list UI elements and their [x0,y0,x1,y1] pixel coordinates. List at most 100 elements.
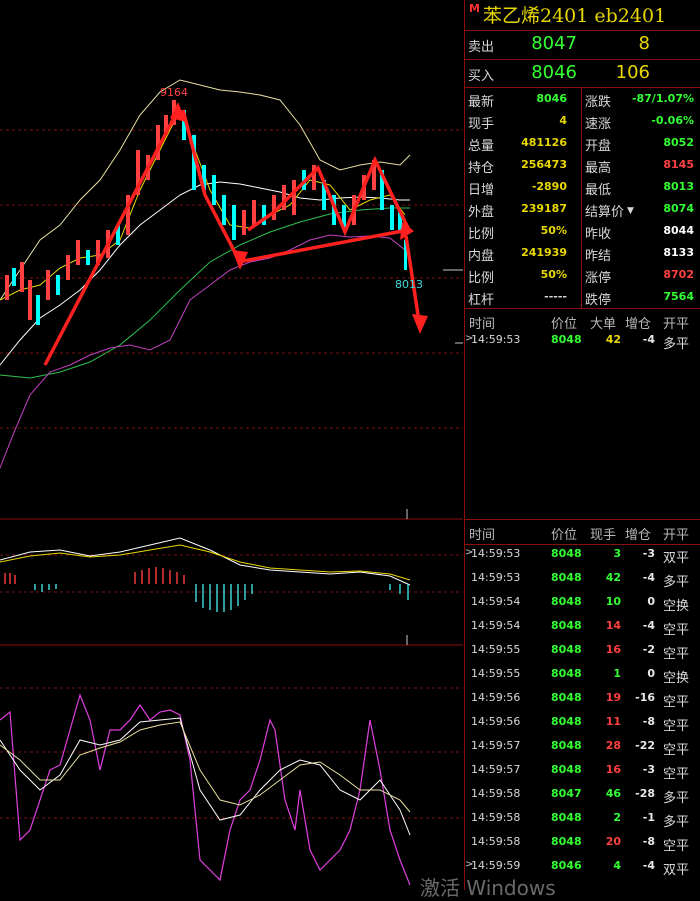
stat-left-0: 最新 8046 [465,88,583,110]
kdj-j-line [0,693,411,886]
stat-left-4: 日增 -2890 [465,176,583,198]
stat-label: 外盘 [468,205,495,220]
middle-band-line [0,181,410,366]
cell-price: 8048 [551,763,582,776]
stat-value: 8013 [663,180,694,193]
bid-row[interactable]: 买入 8046 106 [465,59,700,88]
cell-time: 14:59:58 [471,835,521,848]
stat-value: ----- [544,290,567,303]
cell-chg: -4 [642,619,655,632]
stat-left-2: 总量 481126 [465,132,583,154]
stat-left-8: 比例 50% [465,264,583,286]
cell-time: 14:59:58 [471,811,521,824]
cell-chg: -8 [642,715,655,728]
cell-chg: -22 [635,739,655,752]
market-mark: M [469,2,480,15]
cell-price: 8048 [551,835,582,848]
cell-price: 8048 [551,595,582,608]
cell-chg: 0 [647,667,655,680]
ask-volume: 8 [638,33,650,54]
stat-label: 最低 [585,183,612,198]
kdj-k-line [0,717,411,836]
stat-value: 8046 [536,92,567,105]
cell-nat: 多平 [663,337,690,352]
cell-time: 14:59:55 [471,643,521,656]
tick-row[interactable]: >14:59:53 8048 3 -3 双平 [465,542,700,566]
stat-right-8: 涨停 8702 [582,264,700,286]
kline-chart-svg[interactable]: 9164 8013 [0,0,463,890]
stat-value: 8702 [663,268,694,281]
cell-time: 14:59:58 [471,787,521,800]
settlement-dropdown-icon[interactable]: ▼ [627,206,634,216]
cell-vol: 42 [605,571,621,584]
tick-row[interactable]: 14:59:55 8048 1 0 空换 [465,662,700,686]
cell-nat: 空平 [663,647,690,662]
ask-row[interactable]: 卖出 8047 8 [465,30,700,59]
stat-value: 241939 [521,246,567,259]
contract-header: M 苯乙烯2401 eb2401 [465,0,700,30]
cell-time: 14:59:56 [471,715,521,728]
cell-vol: 28 [605,739,621,752]
ask-price: 8047 [531,33,577,54]
tick-row[interactable]: 14:59:57 8048 28 -22 空平 [465,734,700,758]
cell-time: 14:59:53 [471,571,521,584]
tick-header: 时间 价位 现手 增仓 开平 [469,528,690,543]
stat-right-6: 昨收 8044 [582,220,700,242]
cell-vol: 10 [605,595,621,608]
cell-nat: 双平 [663,551,690,566]
stat-label: 昨收 [585,227,612,242]
stat-value: 8074 [663,202,694,215]
cell-time: 14:59:53 [471,547,521,560]
cell-time: 14:59:57 [471,763,521,776]
stat-value: -87/1.07% [631,92,694,105]
tick-row[interactable]: 14:59:57 8048 16 -3 空平 [465,758,700,782]
stat-left-9: 杠杆 ----- [465,286,583,308]
cell-nat: 空换 [663,599,690,614]
cell-nat: 空平 [663,623,690,638]
stat-left-6: 比例 50% [465,220,583,242]
tick-row[interactable]: 14:59:58 8048 2 -1 多平 [465,806,700,830]
cell-vol: 14 [605,619,621,632]
lower-band-line [0,234,406,469]
kline-chart-area[interactable]: 9164 8013 [0,0,463,890]
cell-nat: 空平 [663,767,690,782]
tick-row[interactable]: 14:59:54 8048 10 0 空换 [465,590,700,614]
stat-left-7: 内盘 241939 [465,242,583,264]
stat-right-1: 速涨 -0.06% [582,110,700,132]
big-order-row[interactable]: >14:59:53 8048 42 -4 多平 [465,328,700,352]
cell-nat: 空平 [663,695,690,710]
cell-chg: -2 [642,643,655,656]
cell-price: 8048 [551,667,582,680]
tick-row[interactable]: 14:59:56 8048 11 -8 空平 [465,710,700,734]
stat-value: 50% [540,268,567,281]
stat-right-2: 开盘 8052 [582,132,700,154]
stat-right-3: 最高 8145 [582,154,700,176]
tick-row[interactable]: 14:59:53 8048 42 -4 多平 [465,566,700,590]
stat-value: 256473 [521,158,567,171]
cell-price: 8048 [551,691,582,704]
stat-label: 涨跌 [585,95,612,110]
stat-value: -0.06% [651,114,694,127]
stat-label: 现手 [468,117,495,132]
cell-nat: 双平 [663,863,690,878]
stat-label: 比例 [468,227,495,242]
cell-vol: 20 [605,835,621,848]
cell-nat: 空平 [663,743,690,758]
cell-price: 8047 [551,787,582,800]
cell-chg: -28 [635,787,655,800]
tick-row[interactable]: 14:59:58 8047 46 -28 多平 [465,782,700,806]
cell-chg: -4 [642,571,655,584]
cell-price: 8048 [551,715,582,728]
stat-label: 持仓 [468,161,495,176]
tick-row[interactable]: 14:59:55 8048 16 -2 空平 [465,638,700,662]
cell-vol: 11 [605,715,621,728]
tick-row[interactable]: 14:59:54 8048 14 -4 空平 [465,614,700,638]
cell-chg: -3 [642,763,655,776]
cell-vol: 16 [605,763,621,776]
macd-negative-bars [34,584,409,612]
tick-row[interactable]: 14:59:58 8048 20 -8 空平 [465,830,700,854]
cell-vol: 3 [613,547,621,560]
cell-time: 14:59:54 [471,619,521,632]
tick-row[interactable]: 14:59:56 8048 19 -16 空平 [465,686,700,710]
stat-label: 昨结 [585,249,612,264]
